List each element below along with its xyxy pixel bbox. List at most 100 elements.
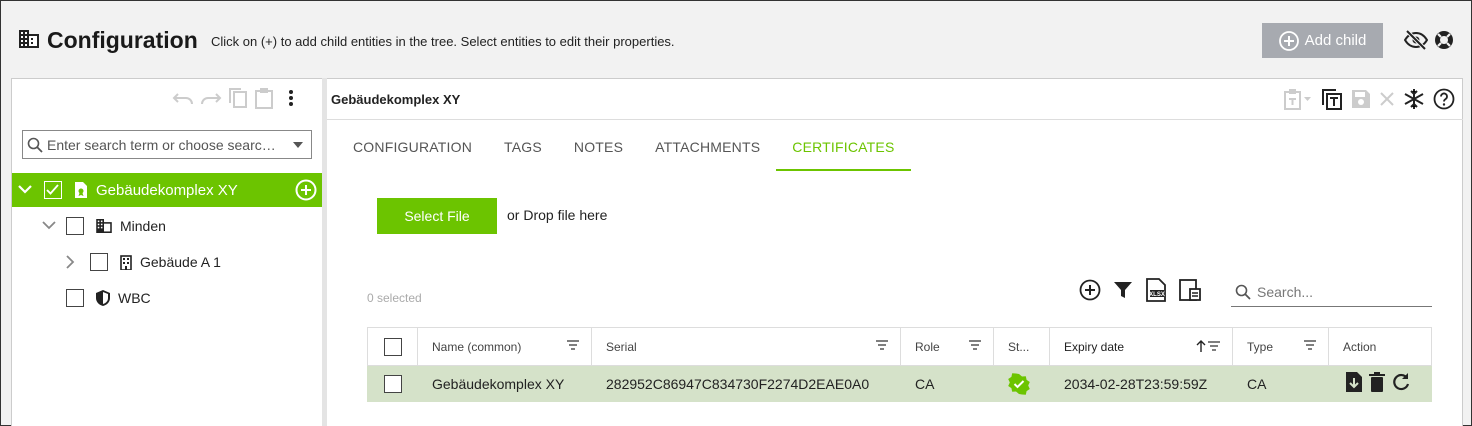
filter-icon[interactable]	[1113, 280, 1133, 300]
row-select-cell	[367, 365, 418, 402]
chevron-down-icon[interactable]	[18, 185, 32, 195]
undo-icon[interactable]	[172, 90, 194, 106]
help-lifebuoy-icon[interactable]	[1434, 30, 1454, 50]
column-label: Action	[1343, 339, 1377, 354]
page-header: Configuration Click on (+) to add child …	[13, 11, 1463, 69]
tree-checkbox[interactable]	[90, 253, 108, 271]
filter-lines-icon[interactable]	[567, 340, 579, 350]
certificates-table: Name (common) Serial Role St... Expiry d…	[367, 327, 1432, 402]
paste-dropdown-icon[interactable]	[1283, 88, 1313, 110]
sort-controls[interactable]	[1196, 340, 1220, 352]
column-name[interactable]: Name (common)	[417, 327, 592, 366]
row-checkbox[interactable]	[383, 374, 402, 393]
cell-expiry: 2034-02-28T23:59:59Z	[1049, 365, 1233, 402]
column-status[interactable]: St...	[993, 327, 1050, 366]
shield-icon	[96, 290, 110, 306]
search-icon	[27, 137, 43, 153]
column-role[interactable]: Role	[900, 327, 994, 366]
paste-icon[interactable]	[254, 87, 274, 109]
cell-role: CA	[900, 365, 994, 402]
refresh-icon[interactable]	[1391, 372, 1411, 392]
column-expiry-date[interactable]: Expiry date	[1049, 327, 1233, 366]
column-label: Expiry date	[1064, 339, 1125, 354]
tab-certificates[interactable]: CERTIFICATES	[776, 129, 911, 171]
tree-item-label: Gebäudekomplex XY	[96, 181, 238, 199]
tree-item-label: Gebäude A 1	[140, 254, 221, 270]
table-row[interactable]: Gebäudekomplex XY 282952C86947C834730F22…	[367, 365, 1432, 402]
tree-item-gebaeudekomplex[interactable]: Gebäudekomplex XY	[12, 173, 323, 207]
select-all-cell	[367, 327, 418, 366]
cell-type: CA	[1232, 365, 1329, 402]
tree-item-wbc[interactable]: WBC	[12, 281, 323, 315]
cell-status	[993, 365, 1050, 402]
tree-item-label: WBC	[118, 290, 151, 306]
svg-text:XLSX: XLSX	[1149, 292, 1165, 298]
building-icon	[96, 219, 112, 233]
search-icon	[1235, 284, 1251, 300]
download-icon[interactable]	[1345, 371, 1363, 393]
app-frame: Configuration Click on (+) to add child …	[0, 0, 1472, 426]
select-all-checkbox[interactable]	[383, 337, 402, 356]
column-label: Name (common)	[432, 339, 522, 354]
tab-attachments[interactable]: ATTACHMENTS	[639, 129, 776, 171]
export-xlsx-icon[interactable]: XLSX	[1145, 278, 1167, 302]
redo-icon[interactable]	[200, 90, 222, 106]
building-icon	[19, 30, 39, 48]
tree-toolbar	[172, 87, 294, 109]
verified-check-icon	[1008, 372, 1035, 395]
tab-configuration[interactable]: CONFIGURATION	[337, 129, 488, 171]
table-header-row: Name (common) Serial Role St... Expiry d…	[367, 327, 1432, 366]
cell-actions	[1328, 365, 1432, 402]
delete-icon[interactable]	[1369, 372, 1385, 392]
tree-search-placeholder: Enter search term or choose searc…	[47, 136, 276, 153]
tab-tags[interactable]: TAGS	[488, 129, 558, 171]
filter-lines-icon	[1208, 341, 1220, 351]
tree-checkbox[interactable]	[66, 289, 84, 307]
column-label: Type	[1247, 339, 1274, 354]
add-circle-icon[interactable]	[1079, 279, 1101, 301]
add-child-icon[interactable]	[295, 179, 317, 201]
visibility-off-icon[interactable]	[1404, 30, 1428, 50]
page-title: Configuration	[47, 27, 198, 53]
tree-checkbox[interactable]	[44, 181, 62, 199]
column-label: St...	[1008, 339, 1030, 354]
tree-checkbox[interactable]	[66, 217, 84, 235]
drop-zone-text: or Drop file here	[507, 207, 608, 223]
chevron-right-icon[interactable]	[66, 255, 76, 269]
detail-tabs: CONFIGURATION TAGS NOTES ATTACHMENTS CER…	[337, 129, 911, 171]
building-cert-icon	[74, 182, 88, 198]
column-label: Serial	[606, 339, 637, 354]
details-title: Gebäudekomplex XY	[331, 92, 461, 107]
add-child-button[interactable]: Add child	[1262, 23, 1383, 58]
page-description: Click on (+) to add child entities in th…	[211, 34, 675, 49]
column-serial[interactable]: Serial	[591, 327, 901, 366]
column-chooser-icon[interactable]	[1179, 279, 1201, 301]
table-search-input[interactable]: Search...	[1231, 278, 1432, 307]
tree-item-gebaeude-a1[interactable]: Gebäude A 1	[12, 245, 323, 279]
table-search-placeholder: Search...	[1257, 284, 1314, 300]
arrow-up-icon	[1196, 340, 1206, 352]
tree-search-input[interactable]: Enter search term or choose searc…	[22, 130, 312, 159]
chevron-down-icon[interactable]	[42, 221, 56, 231]
save-icon[interactable]	[1351, 89, 1371, 109]
select-file-button[interactable]: Select File	[377, 198, 497, 234]
details-toolbar: Gebäudekomplex XY	[327, 79, 1463, 120]
more-vert-icon[interactable]	[288, 89, 294, 107]
add-child-label: Add child	[1304, 32, 1367, 49]
tree-item-minden[interactable]: Minden	[12, 209, 323, 243]
column-label: Role	[915, 339, 940, 354]
cell-name: Gebäudekomplex XY	[417, 365, 592, 402]
help-icon[interactable]	[1433, 88, 1455, 110]
close-icon[interactable]	[1379, 91, 1395, 107]
chevron-down-icon[interactable]	[293, 141, 303, 148]
filter-lines-icon[interactable]	[969, 340, 981, 350]
copy-icon[interactable]	[228, 87, 248, 109]
details-tools	[1283, 88, 1455, 110]
tab-notes[interactable]: NOTES	[558, 129, 639, 171]
column-type[interactable]: Type	[1232, 327, 1329, 366]
snowflake-icon[interactable]	[1403, 88, 1425, 110]
copy-template-icon[interactable]	[1321, 88, 1343, 110]
filter-lines-icon[interactable]	[1304, 340, 1316, 350]
filter-lines-icon[interactable]	[876, 340, 888, 350]
tree-item-label: Minden	[120, 218, 166, 234]
